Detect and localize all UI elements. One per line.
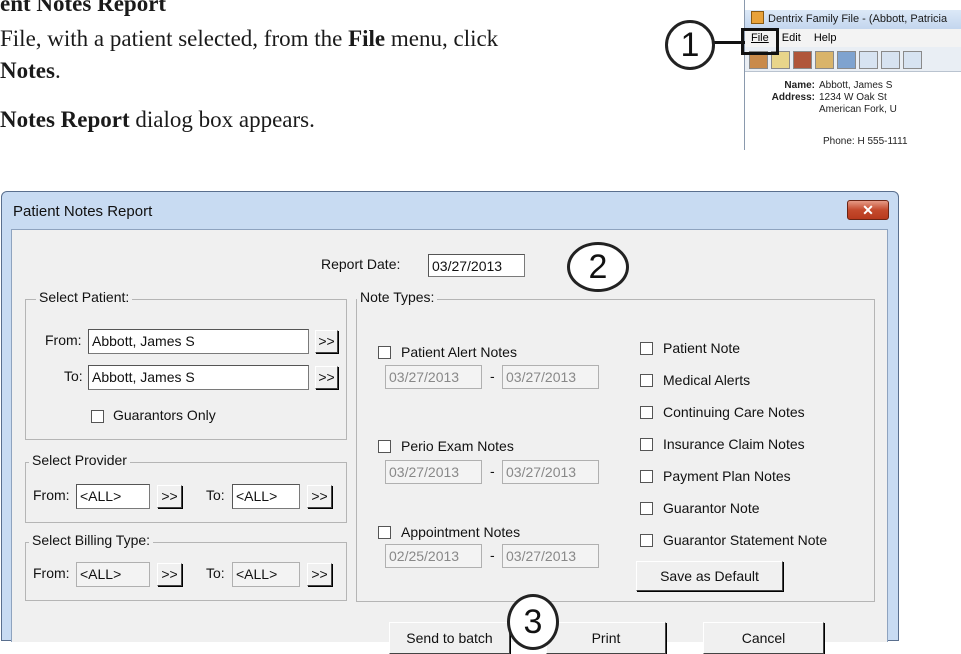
doc-step-text-3b: dialog box appears. — [129, 107, 315, 132]
provider-to-browse-button[interactable]: >> — [307, 485, 332, 508]
patient-from-browse-button[interactable]: >> — [315, 330, 338, 353]
callout-3: 3 — [507, 594, 559, 650]
provider-from-label: From: — [33, 487, 70, 503]
billing-from-browse-button[interactable]: >> — [157, 563, 182, 586]
family-file-app-icon — [751, 11, 764, 24]
provider-from-input[interactable]: <ALL> — [76, 484, 150, 509]
patient-note-label: Patient Note — [663, 340, 741, 356]
toolbar-pen-icon[interactable] — [837, 51, 856, 69]
menu-help[interactable]: Help — [814, 32, 837, 44]
guarantor-note-checkbox[interactable] — [640, 502, 653, 515]
mini-address-line2: American Fork, U — [819, 104, 897, 115]
doc-heading: ent Notes Report — [0, 0, 167, 16]
toolbar-book-icon[interactable] — [793, 51, 812, 69]
perio-exam-from-date[interactable]: 03/27/2013 — [385, 460, 482, 484]
doc-step-text-3: Notes Report dialog box appears. — [0, 107, 315, 133]
print-button[interactable]: Print — [546, 622, 666, 654]
provider-to-label: To: — [206, 487, 225, 503]
toolbar-card2-icon[interactable] — [881, 51, 900, 69]
insurance-claim-notes-checkbox[interactable] — [640, 438, 653, 451]
select-patient-label: Select Patient: — [36, 289, 133, 305]
patient-alert-date-dash: - — [490, 368, 495, 384]
dentrix-family-file-window: Dentrix Family File - (Abbott, Patricia … — [744, 0, 961, 150]
guarantors-only-checkbox[interactable] — [91, 410, 104, 423]
doc-step-notes-bold: Notes — [0, 58, 55, 83]
patient-alert-notes-checkbox[interactable] — [378, 346, 391, 359]
save-as-default-button[interactable]: Save as Default — [636, 561, 783, 591]
medical-alerts-checkbox[interactable] — [640, 374, 653, 387]
appointment-from-date[interactable]: 02/25/2013 — [385, 544, 482, 568]
toolbar-person-icon[interactable] — [815, 51, 834, 69]
family-file-titlebar: Dentrix Family File - (Abbott, Patricia — [745, 10, 961, 29]
medical-alerts-label: Medical Alerts — [663, 372, 751, 388]
perio-exam-to-date[interactable]: 03/27/2013 — [502, 460, 599, 484]
select-provider-label: Select Provider — [29, 452, 130, 468]
billing-to-input[interactable]: <ALL> — [232, 562, 300, 587]
close-button[interactable]: ✕ — [847, 200, 889, 220]
menu-edit[interactable]: Edit — [782, 32, 801, 44]
perio-exam-notes-checkbox[interactable] — [378, 440, 391, 453]
send-to-batch-button[interactable]: Send to batch — [389, 622, 510, 654]
patient-alert-to-date[interactable]: 03/27/2013 — [502, 365, 599, 389]
patient-notes-report-dialog: Patient Notes Report ✕ Report Date: 03/2… — [1, 191, 899, 654]
callout-1: 1 — [665, 20, 715, 70]
billing-from-input[interactable]: <ALL> — [76, 562, 150, 587]
close-icon: ✕ — [862, 202, 874, 218]
doc-step-file-bold: File — [348, 26, 386, 51]
guarantors-only-label: Guarantors Only — [113, 407, 216, 423]
guarantor-statement-note-checkbox[interactable] — [640, 534, 653, 547]
billing-to-label: To: — [206, 565, 225, 581]
appointment-date-dash: - — [490, 547, 495, 563]
cancel-button[interactable]: Cancel — [703, 622, 824, 654]
toolbar-card3-icon[interactable] — [903, 51, 922, 69]
file-menu-highlight — [741, 28, 779, 55]
family-file-title: Dentrix Family File - (Abbott, Patricia — [768, 13, 948, 25]
mini-phone: Phone: H 555-1111 — [823, 136, 908, 147]
report-date-label: Report Date: — [321, 256, 401, 272]
guarantor-statement-note-label: Guarantor Statement Note — [663, 532, 828, 548]
payment-plan-notes-checkbox[interactable] — [640, 470, 653, 483]
patient-to-label: To: — [64, 368, 83, 384]
toolbar-card-icon[interactable] — [859, 51, 878, 69]
doc-step-text-1b: menu, click — [385, 26, 499, 51]
continuing-care-notes-label: Continuing Care Notes — [663, 404, 805, 420]
appointment-notes-label: Appointment Notes — [401, 524, 521, 540]
payment-plan-notes-label: Payment Plan Notes — [663, 468, 791, 484]
patient-alert-notes-label: Patient Alert Notes — [401, 344, 517, 360]
appointment-to-date[interactable]: 03/27/2013 — [502, 544, 599, 568]
insurance-claim-notes-label: Insurance Claim Notes — [663, 436, 805, 452]
select-billing-label: Select Billing Type: — [29, 532, 154, 548]
doc-step-report-bold: Notes Report — [0, 107, 130, 132]
patient-to-input[interactable]: Abbott, James S — [88, 365, 309, 390]
report-date-input[interactable]: 03/27/2013 — [428, 254, 525, 277]
provider-from-browse-button[interactable]: >> — [157, 485, 182, 508]
note-types-label: Note Types: — [357, 289, 438, 305]
doc-step-text-2: Notes. — [0, 58, 61, 84]
patient-from-input[interactable]: Abbott, James S — [88, 329, 309, 354]
doc-step-text-1a: File, with a patient selected, from the — [0, 26, 349, 51]
doc-step-text-2b: . — [54, 58, 61, 83]
patient-alert-from-date[interactable]: 03/27/2013 — [385, 365, 482, 389]
patient-to-browse-button[interactable]: >> — [315, 366, 338, 389]
provider-to-input[interactable]: <ALL> — [232, 484, 300, 509]
billing-to-browse-button[interactable]: >> — [307, 563, 332, 586]
patient-from-label: From: — [45, 332, 82, 348]
doc-step-text-1: File, with a patient selected, from the … — [0, 26, 498, 52]
perio-exam-date-dash: - — [490, 463, 495, 479]
dialog-title: Patient Notes Report — [13, 203, 153, 220]
perio-exam-notes-label: Perio Exam Notes — [401, 438, 514, 454]
dialog-client-area: Report Date: 03/27/2013 Select Patient: … — [11, 229, 888, 654]
billing-from-label: From: — [33, 565, 70, 581]
callout-2: 2 — [567, 242, 629, 292]
guarantor-note-label: Guarantor Note — [663, 500, 760, 516]
continuing-care-notes-checkbox[interactable] — [640, 406, 653, 419]
appointment-notes-checkbox[interactable] — [378, 526, 391, 539]
patient-note-checkbox[interactable] — [640, 342, 653, 355]
mini-address-label: Address: — [771, 92, 815, 103]
